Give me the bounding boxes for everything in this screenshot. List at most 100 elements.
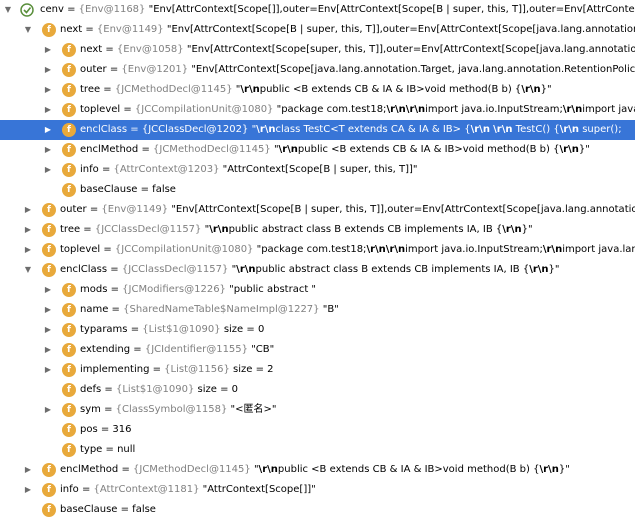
variable-name: toplevel (60, 244, 104, 255)
tree-row-extending[interactable]: ▶ f extending = {JCIdentifier@1155} "CB" (0, 340, 635, 360)
tree-row-text: type = null (80, 440, 135, 460)
tree-row-mods[interactable]: ▶ f mods = {JCModifiers@1226} "public abst… (0, 280, 635, 300)
variable-value: "CB" (251, 344, 275, 355)
field-icon: f (62, 383, 76, 397)
tree-row-text: mods = {JCModifiers@1226} "public abstra… (80, 284, 317, 295)
tree-row-outer[interactable]: ▶ f outer = {Env@1149} "Env[AttrContext[Sc… (0, 200, 635, 220)
tree-row-enclmethod[interactable]: ▶ f enclMethod = {JCMethodDecl@1145} "\r\n… (0, 460, 635, 480)
tree-row-implementing[interactable]: ▶ f implementing = {List@1156} size = 2 (0, 360, 635, 380)
variable-value: "Env[AttrContext[Scope[super, this, T]],… (186, 44, 635, 55)
tree-row-enclmethod[interactable]: ▶ f enclMethod = {JCMethodDecl@1145} "\r\n… (0, 140, 635, 160)
expand-arrow-icon[interactable]: ▶ (22, 460, 34, 480)
field-icon: f (62, 163, 76, 177)
variable-value: = false (120, 504, 156, 515)
expand-arrow-icon[interactable]: ▶ (42, 40, 54, 60)
variable-type: {SharedNameTable$NameImpl@1227} (123, 304, 323, 315)
variable-type: {List@1156} (164, 364, 233, 375)
tree-row-text: pos = 316 (80, 420, 132, 440)
variable-type: {JCClassDecl@1202} (141, 124, 252, 135)
tree-row-enclclass[interactable]: ▼ f enclClass = {JCClassDecl@1157} "\r\npu… (0, 260, 635, 280)
expand-arrow-icon[interactable]: ▶ (42, 340, 54, 360)
expand-arrow-icon[interactable]: ▶ (22, 200, 34, 220)
expand-arrow-icon[interactable]: ▶ (42, 160, 54, 180)
tree-row-pos[interactable]: f pos = 316 (0, 420, 635, 440)
tree-row-text: sym = {ClassSymbol@1158} "<匿名>" (80, 404, 277, 415)
variable-type: {JCIdentifier@1155} (144, 344, 252, 355)
tree-row-text: defs = {List$1@1090} size = 0 (80, 384, 239, 395)
variable-value: = false (140, 184, 176, 195)
field-icon: f (62, 283, 76, 297)
tree-row-info[interactable]: ▶ f info = {AttrContext@1181} "AttrContext… (0, 480, 635, 500)
variable-value: "\r\npublic <B extends CB & IA & IB>void… (273, 144, 590, 155)
variable-type: {JCModifiers@1226} (122, 284, 230, 295)
tree-row-enclclass[interactable]: ▶ f enclClass = {JCClassDecl@1202} "\r\ncl… (0, 120, 635, 140)
tree-row-tree[interactable]: ▶ f tree = {JCClassDecl@1157} "\r\npublic … (0, 220, 635, 240)
tree-row-text: info = {AttrContext@1181} "AttrContext[S… (60, 484, 316, 495)
field-icon: f (62, 143, 76, 157)
collapse-arrow-icon[interactable]: ▼ (2, 0, 14, 20)
field-icon: f (42, 463, 56, 477)
tree-row-toplevel[interactable]: ▶ f toplevel = {JCCompilationUnit@1080} "p… (0, 240, 635, 260)
tree-row-info[interactable]: ▶ f info = {AttrContext@1203} "AttrContext… (0, 160, 635, 180)
field-icon: f (62, 183, 76, 197)
tree-row-defs[interactable]: f defs = {List$1@1090} size = 0 (0, 380, 635, 400)
tree-row-cenv[interactable]: ▼ cenv = {Env@1168} "Env[AttrContext[Scop… (0, 0, 635, 20)
collapse-arrow-icon[interactable]: ▼ (22, 20, 34, 40)
variable-value: = 316 (100, 424, 132, 435)
variable-value: "\r\npublic <B extends CB & IA & IB>void… (235, 84, 552, 95)
field-icon: f (62, 43, 76, 57)
tree-row-next[interactable]: ▶ f next = {Env@1058} "Env[AttrContext[Sco… (0, 40, 635, 60)
variable-name: type (80, 444, 106, 455)
field-icon: f (62, 403, 76, 417)
variable-value: "Env[AttrContext[Scope[java.lang.annotat… (191, 64, 635, 75)
tree-row-tree[interactable]: ▶ f tree = {JCMethodDecl@1145} "\r\npublic… (0, 80, 635, 100)
variable-name: enclClass (60, 264, 111, 275)
expand-arrow-icon[interactable]: ▶ (22, 220, 34, 240)
variable-name: outer (80, 64, 110, 75)
expand-arrow-icon[interactable]: ▶ (42, 60, 54, 80)
expand-arrow-icon[interactable]: ▶ (42, 280, 54, 300)
field-icon: f (62, 303, 76, 317)
variable-type: {List$1@1090} (115, 384, 198, 395)
variable-type: {AttrContext@1203} (113, 164, 223, 175)
expand-arrow-icon[interactable]: ▶ (42, 300, 54, 320)
tree-row-text: next = {Env@1058} "Env[AttrContext[Scope… (80, 40, 635, 60)
variable-value: "package com.test18;\r\n\r\nimport java.… (256, 244, 635, 255)
variable-name: toplevel (80, 104, 124, 115)
expand-arrow-icon[interactable]: ▶ (42, 360, 54, 380)
tree-row-next[interactable]: ▼ f next = {Env@1149} "Env[AttrContext[Sco… (0, 20, 635, 40)
tree-row-text: tree = {JCClassDecl@1157} "\r\npublic ab… (60, 224, 533, 235)
tree-row-baseclause[interactable]: f baseClause = false (0, 180, 635, 200)
field-icon: f (42, 203, 56, 217)
expand-arrow-icon[interactable]: ▶ (42, 400, 54, 420)
expand-arrow-icon[interactable]: ▶ (42, 320, 54, 340)
variable-value: size = 2 (233, 364, 274, 375)
tree-row-outer[interactable]: ▶ f outer = {Env@1201} "Env[AttrContext[Sc… (0, 60, 635, 80)
watch-root-icon (20, 3, 34, 17)
expand-arrow-icon[interactable]: ▶ (42, 120, 54, 140)
tree-row-text: toplevel = {JCCompilationUnit@1080} "pac… (80, 100, 635, 120)
tree-row-baseclause[interactable]: f baseClause = false (0, 500, 635, 520)
tree-row-text: name = {SharedNameTable$NameImpl@1227} "… (80, 304, 339, 315)
expand-arrow-icon[interactable]: ▶ (42, 100, 54, 120)
tree-row-text: baseClause = false (80, 180, 176, 200)
variable-name: info (60, 484, 82, 495)
tree-row-typarams[interactable]: ▶ f typarams = {List$1@1090} size = 0 (0, 320, 635, 340)
expand-arrow-icon[interactable]: ▶ (22, 480, 34, 500)
field-icon: f (62, 83, 76, 97)
tree-row-type[interactable]: f type = null (0, 440, 635, 460)
collapse-arrow-icon[interactable]: ▼ (22, 260, 34, 280)
tree-row-toplevel[interactable]: ▶ f toplevel = {JCCompilationUnit@1080} "p… (0, 100, 635, 120)
variable-type: {Env@1149} (101, 204, 172, 215)
variable-name: implementing (80, 364, 153, 375)
expand-arrow-icon[interactable]: ▶ (42, 140, 54, 160)
tree-row-name[interactable]: ▶ f name = {SharedNameTable$NameImpl@1227}… (0, 300, 635, 320)
expand-arrow-icon[interactable]: ▶ (22, 240, 34, 260)
field-icon: f (62, 363, 76, 377)
tree-row-sym[interactable]: ▶ f sym = {ClassSymbol@1158} "<匿名>" (0, 400, 635, 420)
expand-arrow-icon[interactable]: ▶ (42, 80, 54, 100)
field-icon: f (62, 63, 76, 77)
variable-type: {JCMethodDecl@1145} (153, 144, 274, 155)
tree-row-text: enclClass = {JCClassDecl@1157} "\r\npubl… (60, 264, 560, 275)
variable-type: {JCMethodDecl@1145} (133, 464, 254, 475)
